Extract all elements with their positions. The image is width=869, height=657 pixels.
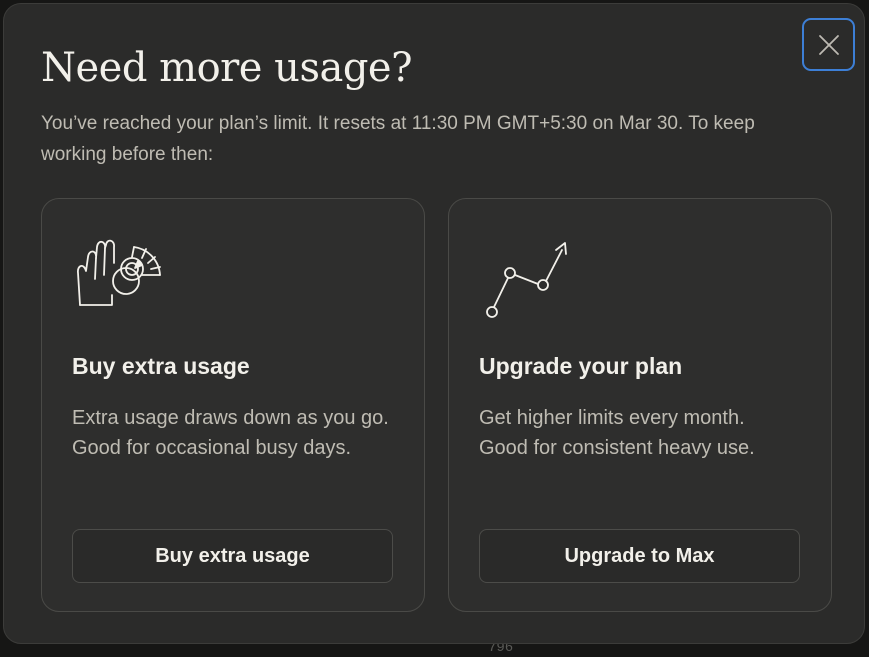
close-icon [818,34,839,55]
card-description: Extra usage draws down as you go. Good f… [72,407,389,459]
buy-extra-usage-button[interactable]: Buy extra usage [72,529,393,583]
upgrade-plan-card: Upgrade your plan Get higher limits ever… [448,198,832,612]
dialog-title: Need more usage? [41,45,413,91]
buy-extra-usage-card: Buy extra usage Extra usage draws down a… [41,198,425,612]
dialog-subtitle: You’ve reached your plan’s limit. It res… [41,113,755,165]
card-title: Upgrade your plan [479,353,683,379]
usage-limit-dialog: Need more usage? You’ve reached your pla… [3,3,865,644]
upgrade-to-max-button[interactable]: Upgrade to Max [479,529,800,583]
card-description: Get higher limits every month. Good for … [479,407,755,459]
hand-gauge-icon [77,239,161,306]
card-title: Buy extra usage [72,353,250,379]
trend-up-icon [486,242,567,318]
close-button[interactable] [802,18,855,71]
